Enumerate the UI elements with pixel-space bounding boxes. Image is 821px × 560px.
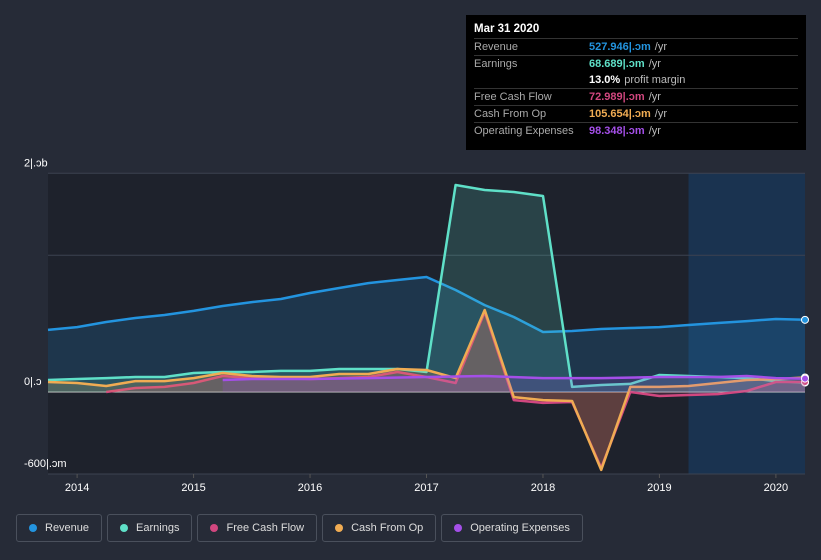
legend-item[interactable]: Revenue: [16, 514, 103, 542]
tooltip-unit: /yr: [654, 41, 668, 53]
tooltip-row: Revenue 527.946|.ɔm/yr: [474, 38, 798, 55]
x-tick-label: 2015: [181, 482, 205, 494]
tooltip-row: 13.0% profit margin: [474, 72, 798, 88]
tooltip-unit: /yr: [654, 108, 668, 120]
tooltip-value: 72.989|.ɔm: [589, 91, 645, 103]
tooltip-value: 527.946|.ɔm: [589, 41, 651, 53]
tooltip-label: Earnings: [474, 58, 518, 70]
tooltip-value: 98.348|.ɔm: [589, 125, 645, 137]
legend-label: Revenue: [45, 522, 90, 534]
y-tick-label: -600|.ɔm: [24, 458, 67, 470]
y-tick-label: 2|.ɔb: [24, 157, 48, 169]
chart-container: 2|.ɔb 0|.ɔ -600|.ɔm 2014 2015 2016 2017 2018 201…: [0, 0, 821, 560]
tooltip-label: Operating Expenses: [474, 125, 574, 137]
tooltip-value: 13.0%: [589, 74, 621, 86]
legend-label: Earnings: [136, 522, 180, 534]
legend: Revenue Earnings Free Cash Flow Cash From O…: [16, 514, 583, 542]
tooltip: Mar 31 2020 Revenue 527.946|.ɔm/yr Earning…: [466, 15, 806, 150]
tooltip-date: Mar 31 2020: [474, 23, 540, 35]
legend-label: Operating Expenses: [470, 522, 570, 534]
legend-item[interactable]: Free Cash Flow: [197, 514, 318, 542]
tooltip-value: 68.689|.ɔm: [589, 58, 645, 70]
x-tick-label: 2020: [764, 482, 788, 494]
tooltip-unit: /yr: [648, 91, 661, 103]
legend-dot-icon: [120, 524, 129, 532]
legend-dot-icon: [29, 524, 37, 532]
legend-label: Cash From Op: [351, 522, 424, 534]
tooltip-unit: profit margin: [624, 74, 686, 86]
x-tick-label: 2014: [65, 482, 89, 494]
tooltip-row: Cash From Op 105.654|.ɔm/yr: [474, 105, 798, 122]
x-tick-label: 2018: [531, 482, 555, 494]
tooltip-unit: /yr: [648, 125, 661, 137]
legend-item[interactable]: Earnings: [107, 514, 193, 542]
tooltip-label: Revenue: [474, 41, 519, 53]
tooltip-label: Cash From Op: [474, 108, 547, 120]
legend-item[interactable]: Operating Expenses: [441, 514, 583, 542]
tooltip-row: Operating Expenses 98.348|.ɔm/yr: [474, 122, 798, 139]
legend-label: Free Cash Flow: [226, 522, 305, 534]
tooltip-unit: /yr: [648, 58, 661, 70]
legend-item[interactable]: Cash From Op: [322, 514, 437, 542]
series-end-point: [801, 374, 809, 383]
x-tick-label: 2017: [414, 482, 438, 494]
tooltip-value: 105.654|.ɔm: [589, 108, 651, 120]
legend-dot-icon: [335, 524, 344, 532]
x-tick-label: 2016: [298, 482, 322, 494]
legend-dot-icon: [210, 524, 219, 532]
x-tick-label: 2019: [647, 482, 671, 494]
tooltip-row: Earnings 68.689|.ɔm/yr: [474, 55, 798, 72]
tooltip-row: Free Cash Flow 72.989|.ɔm/yr: [474, 88, 798, 105]
legend-dot-icon: [454, 524, 463, 532]
series-end-point: [801, 315, 809, 324]
y-tick-label: 0|.ɔ: [24, 376, 42, 388]
tooltip-label: Free Cash Flow: [474, 91, 552, 103]
